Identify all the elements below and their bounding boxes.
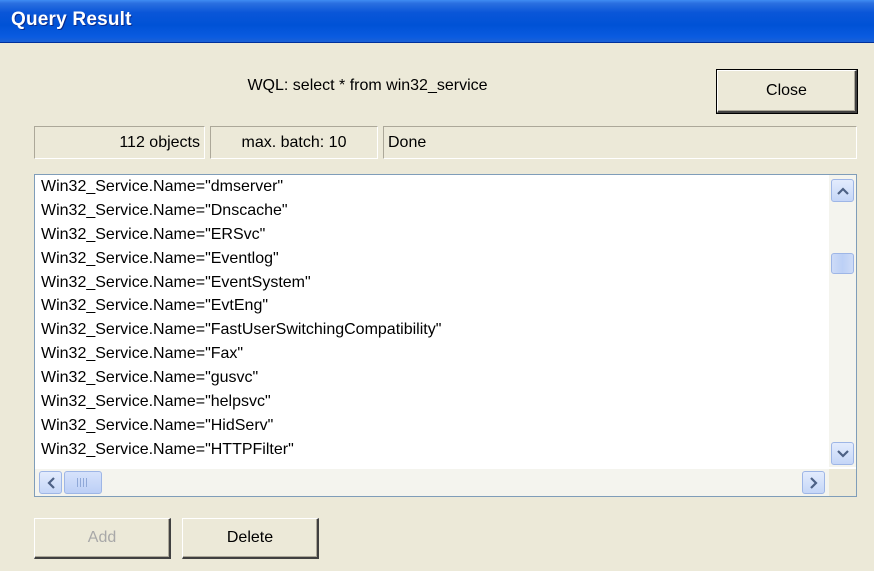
- list-item[interactable]: Win32_Service.Name="helpsvc": [41, 390, 441, 414]
- list-item[interactable]: Win32_Service.Name="Fax": [41, 342, 441, 366]
- list-item[interactable]: Win32_Service.Name="EvtEng": [41, 294, 441, 318]
- chevron-right-icon: [809, 476, 818, 489]
- horizontal-scroll-thumb[interactable]: [64, 471, 102, 494]
- chevron-up-icon: [836, 186, 849, 195]
- scroll-right-button[interactable]: [802, 471, 825, 494]
- scroll-up-button[interactable]: [831, 179, 854, 202]
- wql-query-label: WQL: select * from win32_service: [247, 77, 488, 94]
- results-listbox[interactable]: Win32_Service.Name="dmserver" Win32_Serv…: [34, 174, 857, 497]
- grip-icon: [77, 478, 89, 487]
- list-item[interactable]: Win32_Service.Name="HidServ": [41, 414, 441, 438]
- vertical-scroll-thumb[interactable]: [831, 253, 854, 274]
- list-item[interactable]: Win32_Service.Name="dmserver": [41, 175, 441, 199]
- results-list: Win32_Service.Name="dmserver" Win32_Serv…: [41, 175, 441, 462]
- object-count-panel: 112 objects: [34, 126, 205, 159]
- vertical-scrollbar[interactable]: [829, 175, 856, 467]
- add-button[interactable]: Add: [34, 518, 171, 559]
- horizontal-scrollbar[interactable]: [35, 469, 829, 496]
- chevron-down-icon: [836, 449, 849, 458]
- window-title: Query Result: [11, 9, 132, 30]
- list-item[interactable]: Win32_Service.Name="ERSvc": [41, 223, 441, 247]
- list-item[interactable]: Win32_Service.Name="gusvc": [41, 366, 441, 390]
- list-item[interactable]: Win32_Service.Name="HTTPFilter": [41, 438, 441, 462]
- list-item[interactable]: Win32_Service.Name="Eventlog": [41, 247, 441, 271]
- chevron-left-icon: [46, 476, 55, 489]
- scroll-down-button[interactable]: [831, 442, 854, 465]
- list-item[interactable]: Win32_Service.Name="EventSystem": [41, 271, 441, 295]
- delete-button[interactable]: Delete: [182, 518, 319, 559]
- list-item[interactable]: Win32_Service.Name="FastUserSwitchingCom…: [41, 318, 441, 342]
- list-item[interactable]: Win32_Service.Name="Dnscache": [41, 199, 441, 223]
- query-state-panel: Done: [383, 126, 857, 159]
- scrollbar-corner: [829, 469, 856, 496]
- close-button[interactable]: Close: [716, 69, 858, 114]
- title-bar[interactable]: Query Result: [0, 0, 874, 43]
- scroll-left-button[interactable]: [39, 471, 62, 494]
- max-batch-panel: max. batch: 10: [210, 126, 378, 159]
- query-result-window: Query Result WQL: select * from win32_se…: [0, 0, 874, 571]
